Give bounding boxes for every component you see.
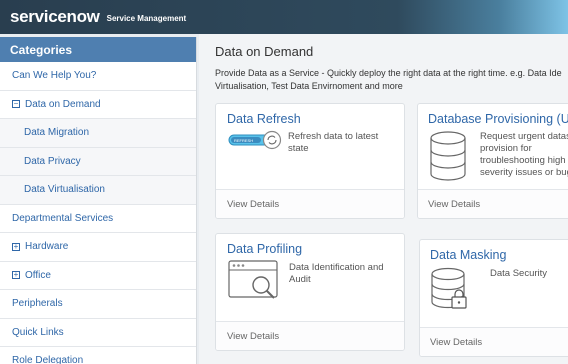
card-description: Data Identification and Audit (289, 262, 384, 286)
sidebar-item-label: Data Migration (24, 127, 90, 139)
sidebar-item-hardware[interactable]: + Hardware (0, 233, 196, 262)
sidebar-item-data-privacy[interactable]: Data Privacy (0, 147, 196, 176)
servicenow-logo[interactable]: servicenow (10, 7, 100, 27)
card-text-line: severity issues or bug (480, 167, 568, 178)
database-icon (430, 131, 466, 181)
description-line: Virtualisation, Test Data Envirnoment an… (215, 81, 403, 91)
card-text-line: state (288, 143, 309, 154)
main-content: Data on Demand Provide Data as a Service… (199, 34, 568, 364)
sidebar-item-label: Hardware (25, 241, 69, 253)
card-title[interactable]: Data Refresh (227, 112, 301, 126)
sidebar-item-label: Data on Demand (25, 98, 101, 110)
top-bar: servicenow Service Management (0, 0, 568, 34)
sidebar-item-peripherals[interactable]: Peripherals (0, 290, 196, 319)
card-title[interactable]: Data Profiling (227, 242, 302, 256)
card-database-provisioning[interactable]: Database Provisioning (Urg Request urgen… (417, 103, 568, 219)
card-data-profiling[interactable]: Data Profiling Data Identification and A… (215, 233, 405, 351)
search-window-icon (228, 260, 278, 299)
sidebar-item-label: Data Virtualisation (24, 184, 105, 196)
card-title[interactable]: Database Provisioning (Urg (428, 112, 568, 126)
sidebar-item-data-migration[interactable]: Data Migration (0, 119, 196, 148)
card-description: Request urgent datase provision for trou… (480, 131, 568, 179)
view-details-link[interactable]: View Details (418, 189, 568, 218)
sidebar-item-role-delegation[interactable]: Role Delegation (0, 347, 196, 364)
sidebar-item-departmental-services[interactable]: Departmental Services (0, 205, 196, 233)
card-title[interactable]: Data Masking (430, 248, 506, 262)
description-line: Provide Data as a Service - Quickly depl… (215, 68, 562, 78)
expand-icon[interactable]: + (12, 242, 20, 251)
sidebar-item-office[interactable]: + Office (0, 262, 196, 290)
sidebar-item-data-on-demand[interactable]: − Data on Demand (0, 91, 196, 119)
sidebar-item-quick-links[interactable]: Quick Links (0, 319, 196, 347)
sidebar-item-data-virtualisation[interactable]: Data Virtualisation (0, 176, 196, 205)
portal-subtitle: Service Management (106, 14, 187, 23)
card-text-line: troubleshooting high (480, 155, 566, 166)
sidebar-item-label: Data Privacy (24, 155, 81, 167)
card-text-line: Refresh data to latest (288, 131, 379, 142)
sidebar-item-label: Departmental Services (12, 212, 114, 224)
sidebar-item-label: Role Delegation (12, 355, 84, 364)
refresh-toggle-icon: REFRESH (228, 130, 282, 150)
card-text-line: Data Security (490, 268, 548, 279)
view-details-link[interactable]: View Details (216, 189, 404, 218)
sidebar-item-label: Can We Help You? (12, 70, 97, 82)
card-text-line: provision for (480, 143, 532, 154)
category-sidebar: Categories Can We Help You? − Data on Dem… (0, 37, 197, 364)
secure-database-icon (431, 267, 467, 309)
expand-icon[interactable]: + (12, 271, 20, 280)
sidebar-item-label: Quick Links (12, 326, 64, 338)
card-text-line: Audit (289, 274, 311, 285)
refresh-badge-text: REFRESH (234, 138, 253, 143)
sidebar-item-label: Office (25, 269, 51, 281)
card-text-line: Data Identification and (289, 262, 384, 273)
card-data-masking[interactable]: Data Masking Data Security View Details (419, 239, 568, 357)
collapse-icon[interactable]: − (12, 100, 20, 109)
sidebar-item-can-we-help[interactable]: Can We Help You? (0, 62, 196, 91)
category-description: Provide Data as a Service - Quickly depl… (215, 67, 568, 93)
page-title: Data on Demand (215, 44, 314, 59)
card-description: Refresh data to latest state (288, 131, 378, 155)
card-text-line: Request urgent datase (480, 131, 568, 142)
card-data-refresh[interactable]: Data Refresh REFRESH Refresh data to lat… (215, 103, 405, 219)
card-description: Data Security (490, 268, 547, 280)
view-details-link[interactable]: View Details (216, 321, 404, 350)
view-details-link[interactable]: View Details (420, 327, 568, 356)
sidebar-item-label: Peripherals (12, 298, 63, 310)
categories-heading: Categories (0, 37, 196, 62)
